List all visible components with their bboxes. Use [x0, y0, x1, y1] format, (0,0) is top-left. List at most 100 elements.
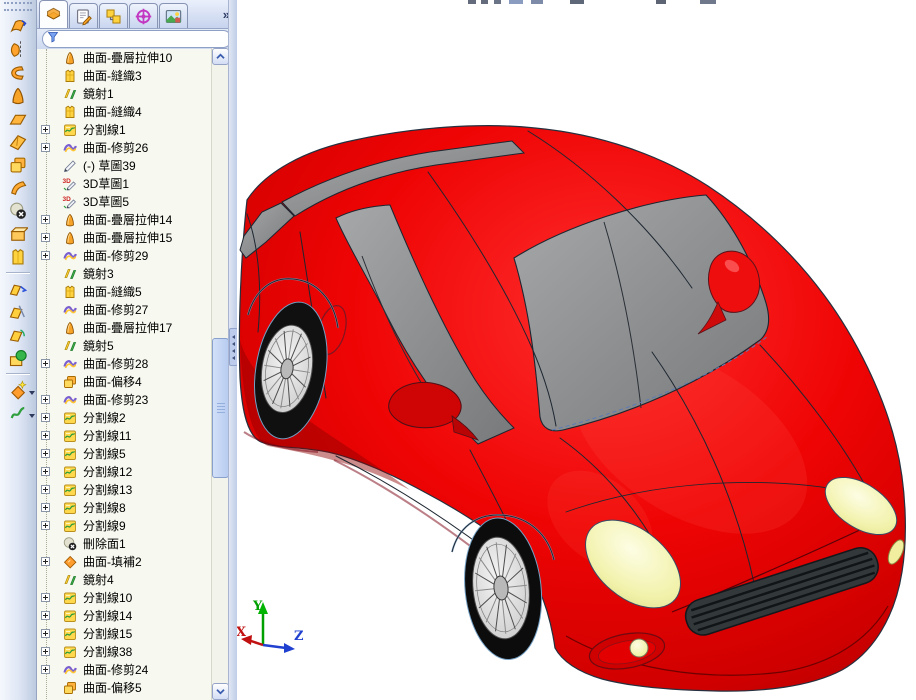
- boundary-surface-button[interactable]: [3, 130, 33, 153]
- tree-row[interactable]: 分割線15: [37, 625, 211, 643]
- tree-row[interactable]: 分割線9: [37, 517, 211, 535]
- fillet-surface-button[interactable]: [3, 346, 33, 369]
- propertymanager-tab[interactable]: [69, 3, 98, 28]
- dimxpertmanager-tab[interactable]: [129, 3, 158, 28]
- tree-row[interactable]: 曲面-填補2: [37, 553, 211, 571]
- tree-row[interactable]: 曲面-偏移5: [37, 679, 211, 697]
- tree-item-label: 分割線8: [83, 501, 126, 515]
- tree-row[interactable]: (-) 草圖39: [37, 157, 211, 175]
- expand-toggle[interactable]: [41, 431, 50, 440]
- tree-row[interactable]: 鏡射5: [37, 337, 211, 355]
- trim-surface-button[interactable]: [3, 300, 33, 323]
- tree-row[interactable]: 曲面-修剪27: [37, 301, 211, 319]
- tree-row[interactable]: 曲面-修剪24: [37, 661, 211, 679]
- scroll-down-button[interactable]: [212, 683, 229, 700]
- expand-toggle[interactable]: [41, 233, 50, 242]
- untrim-surface-button[interactable]: [3, 323, 33, 346]
- tree-row[interactable]: 曲面-修剪29: [37, 247, 211, 265]
- expand-toggle[interactable]: [41, 449, 50, 458]
- tree-row[interactable]: 刪除面1: [37, 535, 211, 553]
- graphics-viewport[interactable]: X Y Z: [237, 0, 916, 700]
- tree-item-label: 曲面-修剪26: [83, 141, 149, 155]
- freeform-button[interactable]: [3, 401, 35, 424]
- expand-toggle[interactable]: [41, 395, 50, 404]
- dropdown-arrow-icon[interactable]: [29, 414, 35, 418]
- tree-row[interactable]: 曲面-修剪26: [37, 139, 211, 157]
- tree-row[interactable]: 曲面-縫織5: [37, 283, 211, 301]
- expand-toggle[interactable]: [41, 143, 50, 152]
- tree-item-label: 分割線11: [83, 429, 132, 443]
- tree-row[interactable]: 分割線8: [37, 499, 211, 517]
- revolved-surface-button[interactable]: [3, 38, 33, 61]
- expand-toggle[interactable]: [41, 503, 50, 512]
- filled-surface-button[interactable]: [3, 378, 35, 401]
- expand-toggle[interactable]: [41, 629, 50, 638]
- tree-row[interactable]: 曲面-疊層拉伸15: [37, 229, 211, 247]
- tree-row[interactable]: 分割線14: [37, 607, 211, 625]
- expand-toggle[interactable]: [41, 521, 50, 530]
- tree-row[interactable]: 分割線10: [37, 589, 211, 607]
- extruded-surface-button[interactable]: [3, 15, 33, 38]
- expand-toggle[interactable]: [41, 647, 50, 656]
- tree-row[interactable]: 鏡射3: [37, 265, 211, 283]
- displaymanager-tab[interactable]: [159, 3, 188, 28]
- tree-row[interactable]: 曲面-修剪28: [37, 355, 211, 373]
- expand-toggle[interactable]: [41, 611, 50, 620]
- expand-toggle[interactable]: [41, 413, 50, 422]
- expand-toggle[interactable]: [41, 485, 50, 494]
- tree-row[interactable]: 曲面-疊層拉伸10: [37, 49, 211, 67]
- surface-fill-icon: [62, 554, 78, 570]
- swept-surface-button[interactable]: [3, 61, 33, 84]
- tree-row[interactable]: 分割線2: [37, 409, 211, 427]
- dropdown-arrow-icon[interactable]: [29, 391, 35, 395]
- expand-toggle[interactable]: [41, 125, 50, 134]
- mirror-icon: [62, 266, 78, 282]
- tree-item-label: 分割線13: [83, 483, 133, 497]
- filter-funnel-icon[interactable]: [47, 30, 59, 48]
- knit-surface-button[interactable]: [3, 245, 33, 268]
- extend-surface-button[interactable]: [3, 277, 33, 300]
- surface-trim-icon: [62, 302, 78, 318]
- tree-row[interactable]: 曲面-修剪23: [37, 391, 211, 409]
- expand-toggle[interactable]: [41, 215, 50, 224]
- tree-item-label: 鏡射5: [83, 339, 114, 353]
- radiate-surface-button[interactable]: [3, 176, 33, 199]
- tree-item-label: 曲面-縫織4: [83, 105, 142, 119]
- tree-row[interactable]: 鏡射1: [37, 85, 211, 103]
- expand-toggle[interactable]: [41, 251, 50, 260]
- tree-row[interactable]: 曲面-疊層拉伸17: [37, 319, 211, 337]
- tree-row[interactable]: 曲面-縫織3: [37, 67, 211, 85]
- left-mirror: [388, 381, 462, 429]
- expand-toggle[interactable]: [41, 467, 50, 476]
- tree-row[interactable]: 分割線12: [37, 463, 211, 481]
- car-model[interactable]: X Y Z: [237, 0, 916, 700]
- expand-toggle[interactable]: [41, 359, 50, 368]
- tree-row[interactable]: 分割線13: [37, 481, 211, 499]
- replace-face-button[interactable]: [3, 222, 33, 245]
- filter-input[interactable]: [42, 30, 232, 48]
- tree-row[interactable]: 分割線1: [37, 121, 211, 139]
- tree-row[interactable]: 分割線38: [37, 643, 211, 661]
- tree-row[interactable]: 分割線5: [37, 445, 211, 463]
- tree-row[interactable]: 曲面-縫織4: [37, 103, 211, 121]
- tree-row[interactable]: 3D 3D草圖1: [37, 175, 211, 193]
- tree-scrollbar[interactable]: [211, 48, 229, 700]
- tree-row[interactable]: 鏡射4: [37, 571, 211, 589]
- configurationmanager-tab[interactable]: [99, 3, 128, 28]
- featuremanager-tab[interactable]: [39, 0, 68, 28]
- planar-surface-button[interactable]: [3, 107, 33, 130]
- expand-toggle[interactable]: [41, 665, 50, 674]
- tree-row[interactable]: 3D 3D草圖5: [37, 193, 211, 211]
- expand-toggle[interactable]: [41, 557, 50, 566]
- scroll-up-button[interactable]: [212, 48, 229, 65]
- tree-row[interactable]: 分割線11: [37, 427, 211, 445]
- tree-row[interactable]: 曲面-疊層拉伸14: [37, 211, 211, 229]
- panel-splitter[interactable]: [228, 0, 238, 700]
- delete-face-button[interactable]: [3, 199, 33, 222]
- expand-toggle[interactable]: [41, 593, 50, 602]
- scrollbar-thumb[interactable]: [212, 338, 229, 478]
- lofted-surface-button[interactable]: [3, 84, 33, 107]
- tree-row[interactable]: 曲面-偏移4: [37, 373, 211, 391]
- toolbar-grip[interactable]: [4, 2, 32, 11]
- offset-surface-button[interactable]: [3, 153, 33, 176]
